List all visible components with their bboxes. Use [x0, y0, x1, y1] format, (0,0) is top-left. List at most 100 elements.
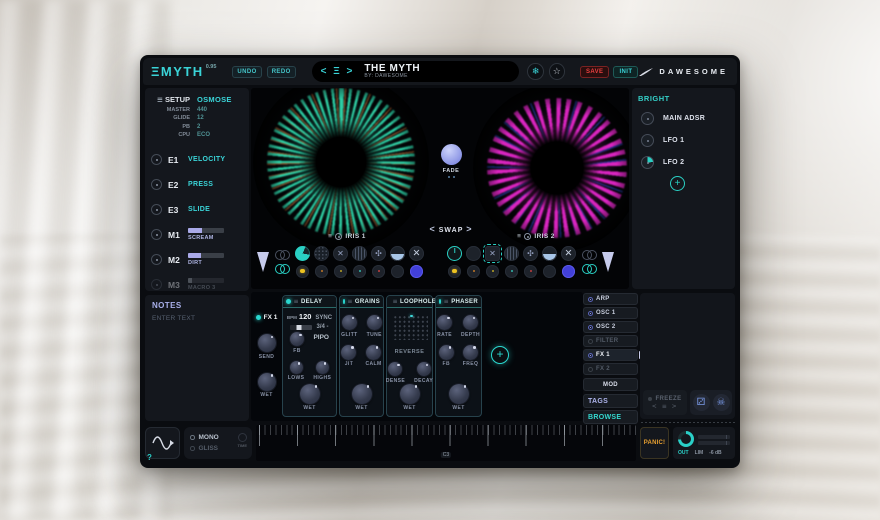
- limiter-label[interactable]: LIM: [695, 450, 704, 456]
- venn-icon[interactable]: [581, 250, 597, 260]
- loophole-wet-cell[interactable]: WET: [400, 384, 420, 412]
- tab-fx2[interactable]: FX 2: [583, 363, 638, 375]
- fade-control[interactable]: FADE: [431, 144, 471, 178]
- tab-osc1[interactable]: OSC 1: [583, 307, 638, 319]
- flower-icon[interactable]: ✣: [371, 246, 386, 261]
- dotted-sphere-icon[interactable]: [314, 246, 329, 261]
- device-select[interactable]: OSMOSE: [197, 95, 243, 104]
- plain-circle-icon[interactable]: [466, 246, 481, 261]
- blue-fill-icon[interactable]: [562, 265, 575, 278]
- freeze-nav-icons[interactable]: < ≡ >: [652, 403, 678, 410]
- fx-slot-header[interactable]: FX 1: [256, 314, 278, 321]
- macro-row-m2[interactable]: M2 DIRT: [151, 247, 243, 272]
- menu-icon[interactable]: ≡: [328, 233, 332, 240]
- delay-wet-cell[interactable]: WET: [300, 384, 320, 412]
- loophole-header[interactable]: ≡LOOPHOLE: [387, 296, 432, 308]
- snowflake-button[interactable]: ❄: [527, 63, 543, 80]
- add-modulator-button[interactable]: +: [670, 176, 685, 191]
- tab-filter[interactable]: FILTER: [583, 335, 638, 347]
- tune-knob-cell[interactable]: TUNE: [367, 315, 382, 338]
- favorite-button[interactable]: ☆: [549, 63, 565, 80]
- x-pattern-icon[interactable]: ✕: [561, 246, 576, 261]
- cross-icon-selected[interactable]: ✕: [485, 246, 500, 261]
- notes-panel[interactable]: NOTES ENTER TEXT: [145, 295, 249, 421]
- iris1-visual[interactable]: [267, 88, 415, 236]
- wet-knob[interactable]: [258, 373, 276, 391]
- pie-knob-icon[interactable]: [295, 246, 310, 261]
- grains-header[interactable]: ≡GRAINS: [340, 296, 383, 308]
- param-value-glide[interactable]: 12: [197, 115, 243, 121]
- mod-dot-icon[interactable]: [486, 265, 499, 278]
- macro-row-m1[interactable]: M1 SCREAM: [151, 222, 243, 247]
- highs-knob[interactable]: [316, 361, 329, 374]
- loophole-step-grid[interactable]: [392, 314, 428, 340]
- undo-button[interactable]: UNDO: [232, 66, 261, 78]
- delay-time-row[interactable]: 3/4 -: [290, 324, 328, 330]
- cross-icon[interactable]: ✕: [333, 246, 348, 261]
- phaser-header[interactable]: ≡PHASER: [436, 296, 481, 308]
- pipo-mode-button[interactable]: PIPO: [313, 334, 329, 341]
- dense-knob-cell[interactable]: DENSE: [386, 362, 405, 384]
- prev-preset-icon[interactable]: <: [321, 66, 329, 77]
- division-label[interactable]: 3/4 -: [316, 324, 328, 330]
- iris1-title[interactable]: ≡IRIS 1: [255, 231, 439, 242]
- tab-browse[interactable]: BROWSE: [583, 410, 638, 424]
- loophole-wet-knob[interactable]: [400, 384, 420, 404]
- glitt-knob[interactable]: [342, 315, 357, 330]
- preset-menu-icon[interactable]: Ξ: [333, 66, 341, 77]
- mod-dot-icon[interactable]: [391, 265, 404, 278]
- sync-toggle[interactable]: SYNC: [315, 315, 332, 321]
- delay-time-slider[interactable]: [290, 325, 312, 330]
- dense-knob[interactable]: [388, 362, 402, 376]
- fade-knob[interactable]: [441, 144, 462, 165]
- mod-dot-icon[interactable]: [334, 265, 347, 278]
- panic-button[interactable]: PANIC!: [640, 427, 669, 459]
- dice-icon[interactable]: ⚂: [693, 394, 710, 411]
- wet-knob-cell[interactable]: WET: [258, 373, 276, 399]
- tab-tags[interactable]: TAGS: [583, 394, 638, 408]
- iris2-visual[interactable]: [487, 98, 627, 238]
- mod-amount-knob[interactable]: [641, 134, 654, 147]
- mod-ring-icon[interactable]: [151, 254, 162, 265]
- mod-dot-icon[interactable]: [372, 265, 385, 278]
- mod-dot-icon[interactable]: [296, 265, 309, 278]
- grid-icon[interactable]: [352, 246, 367, 261]
- freq-knob[interactable]: [463, 345, 478, 360]
- time-knob-cell[interactable]: TIME: [237, 433, 247, 448]
- mod-item-main-adsr[interactable]: MAIN ADSR: [638, 112, 729, 125]
- grains-wet-cell[interactable]: WET: [352, 384, 372, 412]
- setup-menu-button[interactable]: ≡SETUP: [151, 95, 197, 104]
- macro-slider[interactable]: [188, 253, 224, 258]
- mod-dot-icon[interactable]: [505, 265, 518, 278]
- mod-dot-icon[interactable]: [467, 265, 480, 278]
- out-volume-knob[interactable]: [678, 431, 694, 447]
- tune-knob[interactable]: [367, 315, 382, 330]
- mod-dot-icon[interactable]: [448, 265, 461, 278]
- keyboard-strip[interactable]: C3: [256, 425, 636, 461]
- mod-ring-icon[interactable]: [151, 204, 162, 215]
- decay-knob[interactable]: [417, 362, 431, 376]
- expression-label[interactable]: VELOCITY: [188, 156, 225, 163]
- phaser-wet-cell[interactable]: WET: [449, 384, 469, 412]
- freq-knob-cell[interactable]: FREQ: [463, 345, 479, 368]
- x-pattern-icon[interactable]: ✕: [409, 246, 424, 261]
- venn-icon[interactable]: [274, 264, 290, 274]
- preset-nav-icons[interactable]: < Ξ >: [321, 66, 355, 77]
- menu-icon[interactable]: ≡: [347, 298, 352, 305]
- notes-input[interactable]: ENTER TEXT: [152, 315, 242, 322]
- rate-knob[interactable]: [437, 315, 452, 330]
- tab-arp[interactable]: ARP: [583, 293, 638, 305]
- fx-enable-dot[interactable]: [286, 299, 291, 304]
- expression-row-e3[interactable]: E3 SLIDE: [151, 197, 243, 222]
- menu-icon[interactable]: ≡: [294, 298, 299, 305]
- redo-button[interactable]: REDO: [267, 66, 296, 78]
- delay-header[interactable]: ≡DELAY: [283, 296, 336, 308]
- mod-ring-icon[interactable]: [151, 229, 162, 240]
- freeze-button[interactable]: FREEZE < ≡ >: [643, 390, 687, 415]
- mod-item-lfo1[interactable]: LFO 1: [638, 134, 729, 147]
- macro-slider[interactable]: [188, 278, 224, 283]
- mod-ring-icon[interactable]: [151, 179, 162, 190]
- mod-item-lfo2[interactable]: LFO 2: [638, 156, 729, 169]
- half-fill-icon[interactable]: [390, 246, 405, 261]
- tab-fx1[interactable]: FX 1: [583, 349, 638, 361]
